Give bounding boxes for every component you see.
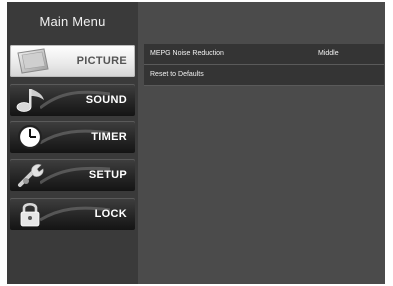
picture-icon [17, 48, 49, 74]
menu-item-lock[interactable]: LOCK [10, 198, 135, 230]
clock-icon [17, 124, 43, 150]
padlock-icon [20, 202, 40, 227]
menu-item-label: LOCK [94, 208, 127, 220]
setting-label: Reset to Defaults [150, 71, 204, 78]
tv-screen: Main Menu PICTURE SOUND TIMER SETUP LOCK… [7, 2, 385, 284]
setting-row-mpeg-noise-reduction[interactable]: MEPG Noise Reduction Middle [144, 44, 384, 65]
menu-item-sound[interactable]: SOUND [10, 84, 135, 116]
setting-label: MEPG Noise Reduction [150, 50, 224, 57]
wrench-icon [18, 164, 44, 187]
setting-row-reset-to-defaults[interactable]: Reset to Defaults [144, 65, 384, 86]
menu-item-label: TIMER [91, 131, 127, 143]
picture-submenu: MEPG Noise Reduction Middle Reset to Def… [144, 44, 384, 86]
setting-value: Middle [318, 50, 339, 57]
menu-item-picture[interactable]: PICTURE [10, 45, 135, 77]
menu-item-label: PICTURE [76, 55, 127, 67]
main-menu-sidebar: Main Menu PICTURE SOUND TIMER SETUP LOCK [7, 2, 138, 284]
menu-item-label: SETUP [88, 169, 127, 181]
menu-item-setup[interactable]: SETUP [10, 159, 135, 191]
menu-item-timer[interactable]: TIMER [10, 121, 135, 153]
menu-item-label: SOUND [85, 94, 127, 106]
music-note-icon [16, 89, 44, 112]
main-menu-title: Main Menu [39, 14, 106, 29]
